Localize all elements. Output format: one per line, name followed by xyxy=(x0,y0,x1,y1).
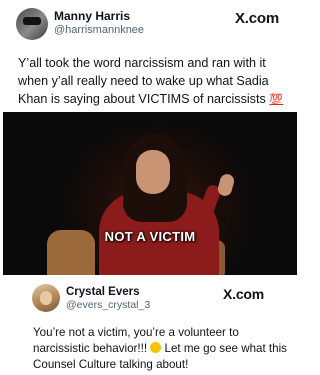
x-logo: X.com xyxy=(223,286,265,302)
tweet-card-crystal-evers: Crystal Evers @evers_crystal_3 X.com You… xyxy=(0,275,300,375)
video-thumbnail[interactable]: NOT A VICTIM xyxy=(3,112,297,275)
author-handle[interactable]: @evers_crystal_3 xyxy=(66,299,150,311)
x-logo: X.com xyxy=(235,10,280,27)
author-name[interactable]: Crystal Evers xyxy=(66,286,140,298)
avatar[interactable] xyxy=(32,284,60,312)
tweet-body: Y’all took the word narcissism and ran w… xyxy=(18,56,269,106)
tweet-card-manny-harris: Manny Harris @harrismannknee X.com Y’all… xyxy=(0,0,300,112)
sunglasses-shape xyxy=(23,17,41,25)
hundred-points-icon: 💯 xyxy=(269,94,283,106)
video-caption: NOT A VICTIM xyxy=(104,229,196,244)
author-name[interactable]: Manny Harris xyxy=(54,9,130,23)
avatar[interactable] xyxy=(16,8,48,40)
tweet-text: You’re not a victim, you’re a volunteer … xyxy=(33,325,295,373)
avatar-face xyxy=(40,291,52,305)
thinking-face-icon xyxy=(150,342,162,353)
speaker-face xyxy=(136,150,170,194)
author-handle[interactable]: @harrismannknee xyxy=(54,24,144,36)
tweet-text: Y’all took the word narcissism and ran w… xyxy=(18,54,290,109)
